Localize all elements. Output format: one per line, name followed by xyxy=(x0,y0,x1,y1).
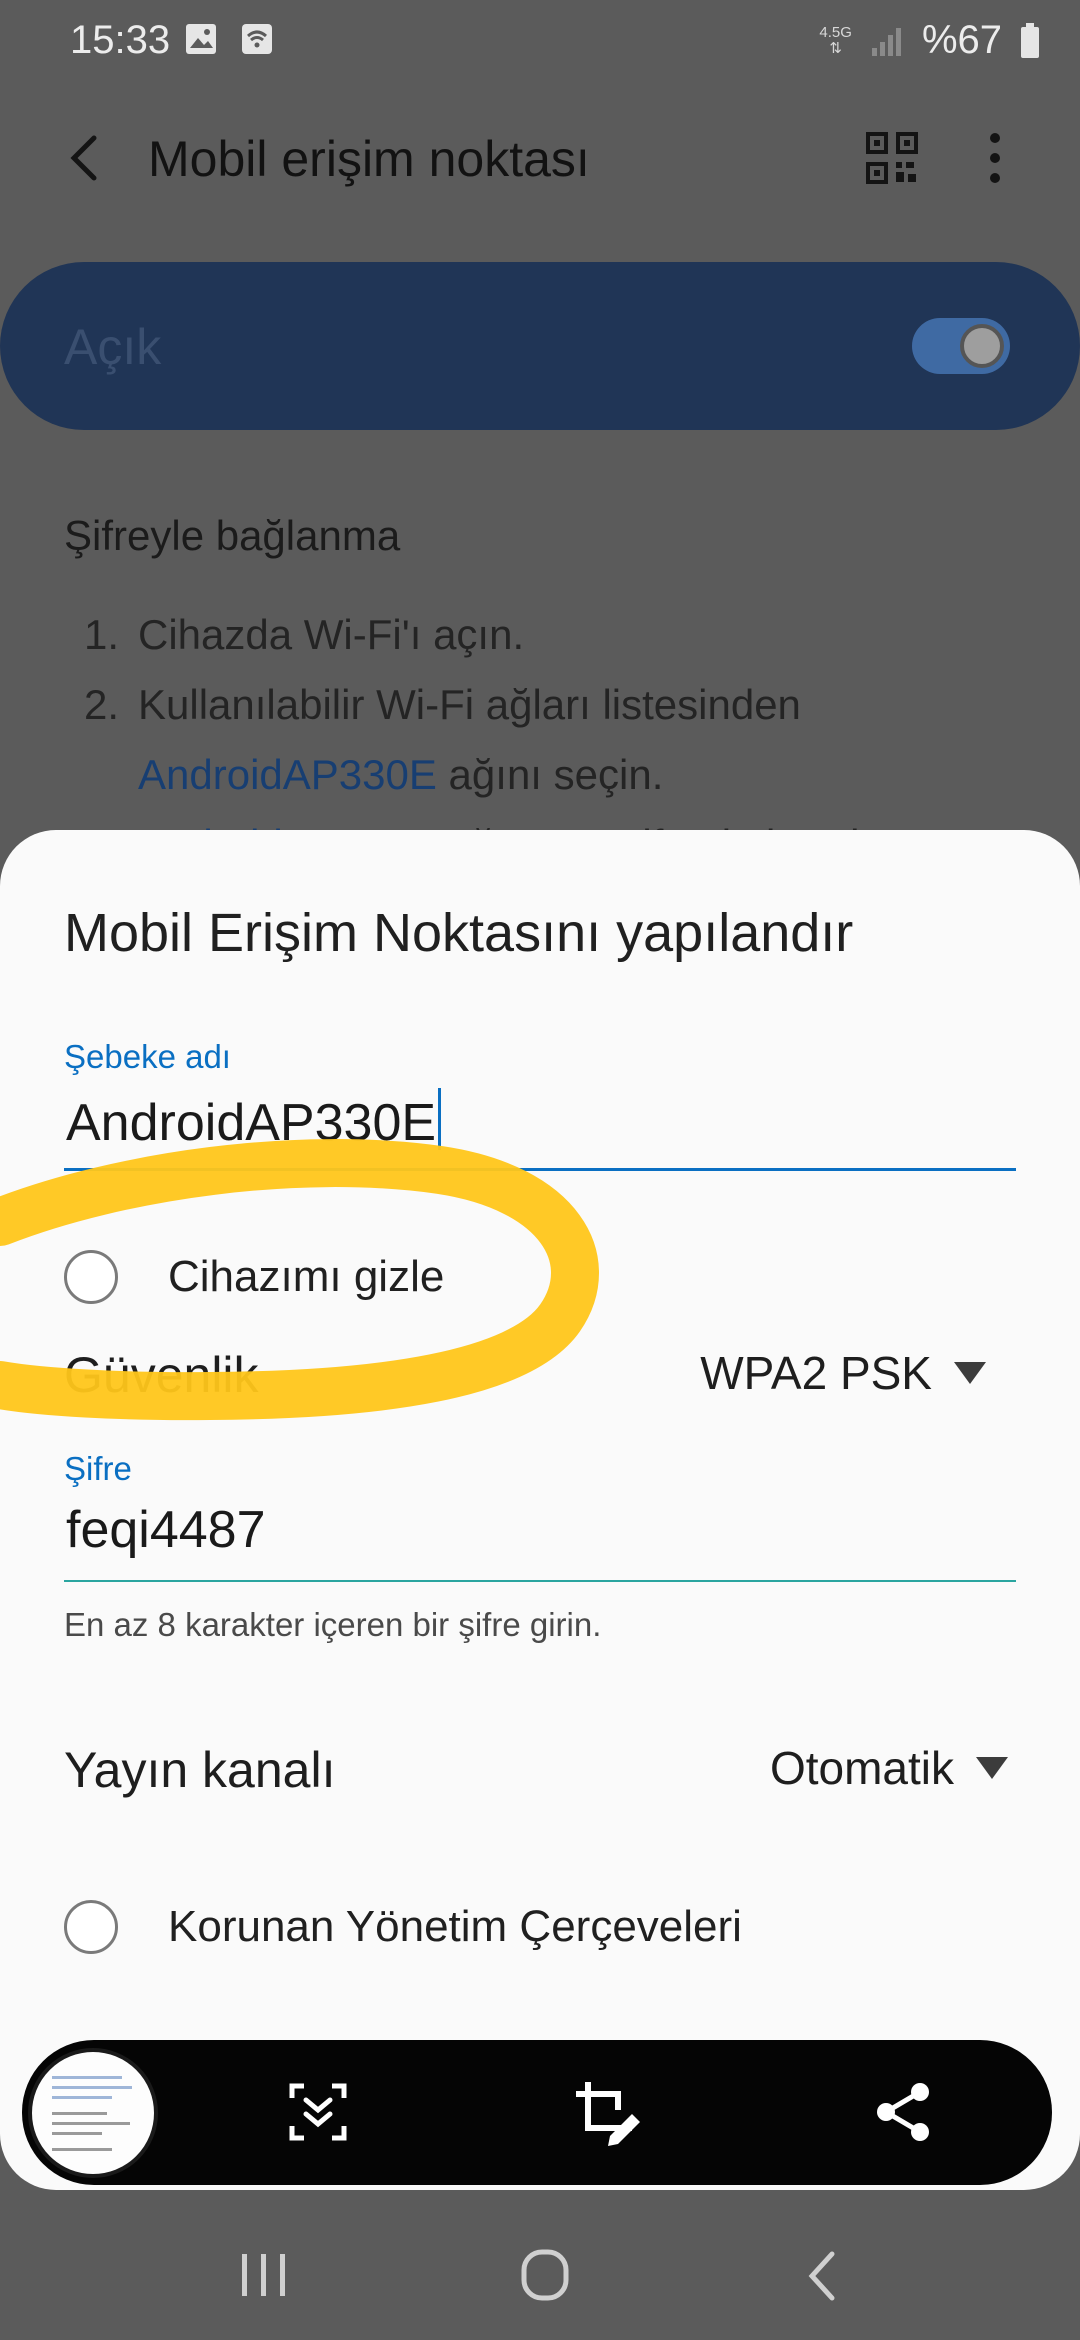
more-options-icon[interactable] xyxy=(970,128,1020,188)
navigation-bar xyxy=(0,2200,1080,2340)
wifi-hotspot-icon xyxy=(242,24,272,54)
dropdown-arrow-icon xyxy=(954,1362,986,1384)
hotspot-toggle-label: Açık xyxy=(64,319,162,375)
status-bar: 15:33 4.5G ⇅ %67 xyxy=(0,0,1080,80)
password-label: Şifre xyxy=(64,1450,132,1487)
text-cursor xyxy=(438,1088,442,1150)
instruction-step: 1. Cihazda Wi-Fi'ı açın. xyxy=(84,611,525,658)
recent-apps-icon[interactable] xyxy=(224,2240,304,2312)
instruction-step: 2. Kullanılabilir Wi-Fi ağları listesind… xyxy=(84,681,801,728)
back-icon[interactable] xyxy=(784,2240,864,2312)
network-name-field[interactable]: AndroidAP330E xyxy=(66,1088,442,1153)
crop-edit-icon[interactable] xyxy=(570,2076,642,2148)
app-bar: Mobil erişim noktası xyxy=(0,110,1080,210)
password-field[interactable]: feqi4487 xyxy=(66,1500,266,1560)
dialog-title: Mobil Erişim Noktasını yapılandır xyxy=(64,903,854,963)
pmf-label: Korunan Yönetim Çerçeveleri xyxy=(168,1902,742,1951)
dropdown-arrow-icon xyxy=(976,1757,1008,1779)
hotspot-switch[interactable] xyxy=(912,318,1010,374)
password-helper-text: En az 8 karakter içeren bir şifre girin. xyxy=(64,1606,602,1643)
share-icon[interactable] xyxy=(868,2076,940,2148)
network-name-label: Şebeke adı xyxy=(64,1038,231,1075)
screenshot-thumbnail[interactable] xyxy=(28,2048,158,2178)
channel-label: Yayın kanalı xyxy=(64,1742,336,1798)
switch-knob xyxy=(960,324,1004,368)
scroll-capture-icon[interactable] xyxy=(282,2076,354,2148)
network-type: 4.5G ⇅ xyxy=(819,23,852,57)
security-row[interactable]: Güvenlik WPA2 PSK xyxy=(64,1340,1016,1410)
battery-level: %67 xyxy=(921,18,1002,62)
battery-icon xyxy=(1021,22,1039,58)
network-link: AndroidAP330E xyxy=(138,751,437,798)
configure-hotspot-dialog: Mobil Erişim Noktasını yapılandır Şebeke… xyxy=(0,830,1080,2190)
qr-code-icon[interactable] xyxy=(866,132,918,184)
instruction-step-cont: AndroidAP330E ağını seçin. xyxy=(84,740,1044,810)
page-title: Mobil erişim noktası xyxy=(148,131,590,187)
hotspot-toggle-card[interactable]: Açık xyxy=(0,262,1080,430)
screenshot-toolbar xyxy=(22,2040,1052,2185)
pmf-option[interactable]: Korunan Yönetim Çerçeveleri xyxy=(64,1892,964,1962)
pmf-radio[interactable] xyxy=(64,1900,118,1954)
status-time: 15:33 xyxy=(70,18,171,62)
home-icon[interactable] xyxy=(504,2240,584,2312)
security-dropdown[interactable]: WPA2 PSK xyxy=(700,1346,1016,1400)
hide-device-option[interactable]: Cihazımı gizle xyxy=(64,1242,964,1312)
hide-device-label: Cihazımı gizle xyxy=(168,1252,445,1301)
gallery-icon xyxy=(186,24,216,54)
channel-dropdown[interactable]: Otomatik xyxy=(770,1741,1016,1795)
back-arrow-icon[interactable] xyxy=(56,128,116,188)
security-label: Güvenlik xyxy=(64,1347,259,1403)
hide-device-radio[interactable] xyxy=(64,1250,118,1304)
network-name-underline xyxy=(64,1168,1016,1171)
instructions-heading: Şifreyle bağlanma xyxy=(64,512,401,559)
password-underline xyxy=(64,1580,1016,1582)
signal-icon xyxy=(871,27,901,56)
channel-row[interactable]: Yayın kanalı Otomatik xyxy=(64,1735,1016,1805)
